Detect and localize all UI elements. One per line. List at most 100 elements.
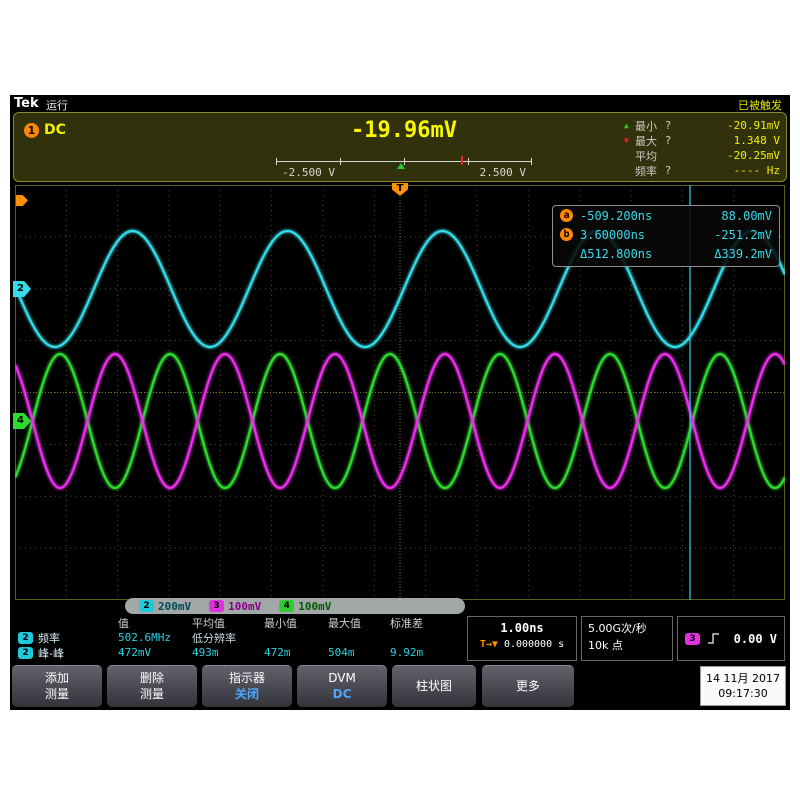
scale-tick	[531, 158, 532, 165]
dvm-scale: -2.500 V 2.500 V	[276, 155, 532, 181]
indicators-button[interactable]: 指示器 关闭	[202, 665, 292, 707]
dvm-statistics: ▲ 最小 ? -20.91mV ▼ 最大 ? 1.348 V 平均 -20.25…	[624, 118, 780, 178]
button-state: 关闭	[202, 687, 292, 703]
cursor-b-time: 3.60000ns	[580, 228, 714, 242]
meas-max: 504m	[328, 646, 390, 659]
more-button[interactable]: 更多	[482, 665, 574, 707]
channel-2-volts-div: 200mV	[158, 600, 191, 613]
dvm-source: 1 DC	[24, 122, 66, 138]
col-header-stddev: 标准差	[390, 615, 448, 631]
dvm-reading: -19.96mV	[194, 118, 614, 143]
scale-tick	[340, 158, 341, 165]
button-label: 指示器	[202, 671, 292, 687]
time-value: 09:17:30	[701, 686, 785, 701]
trigger-status: 已被触发	[738, 97, 782, 113]
rising-edge-icon	[707, 632, 720, 645]
measurement-table: 值 平均值 最小值 最大值 标准差 2 频率 502.6MHz 低分辨率 2 峰…	[18, 616, 458, 661]
date-value: 14 11月 2017	[701, 671, 785, 686]
meas-value: 502.6MHz	[118, 631, 192, 644]
stat-value: -20.91mV	[673, 119, 780, 132]
timebase-value: 1.00ns	[468, 621, 576, 635]
channel-3-scale[interactable]: 3 100mV	[209, 600, 261, 613]
stat-uncertain: ?	[663, 164, 673, 177]
scale-tick	[276, 158, 277, 165]
button-label: 删除	[107, 671, 197, 687]
dvm-scale-min: -2.500 V	[282, 166, 335, 179]
stat-label: 最大	[635, 133, 663, 149]
dvm-scale-max: 2.500 V	[480, 166, 526, 179]
cursor-readout-box: a -509.200ns 88.00mV b 3.60000ns -251.2m…	[552, 205, 780, 267]
softkey-menu-bar: 添加 测量 删除 测量 指示器 关闭 DVM DC 柱状图 更多 14 11月 …	[10, 663, 790, 710]
stat-label: 频率	[635, 163, 663, 179]
channel-1-badge: 1	[24, 123, 39, 138]
oscilloscope-screen: Tek 运行 已被触发 1 DC -19.96mV -2.500 V 2.500…	[10, 95, 790, 710]
add-measurement-button[interactable]: 添加 测量	[12, 665, 102, 707]
cursor-delta-row: Δ512.800ns Δ339.2mV	[553, 244, 779, 263]
col-header-max: 最大值	[328, 615, 390, 631]
button-label: 添加	[12, 671, 102, 687]
meas-stddev: 9.92m	[390, 646, 448, 659]
acquisition-state: 运行	[46, 97, 68, 113]
cursor-delta-volt: Δ339.2mV	[714, 247, 772, 261]
trigger-readout: 3 0.00 V	[677, 616, 785, 661]
meas-row-label: 2 峰-峰	[18, 645, 118, 661]
meas-mean: 低分辨率	[192, 630, 264, 646]
cursor-b-volt: -251.2mV	[714, 228, 772, 242]
stat-uncertain: ?	[663, 134, 673, 147]
horizontal-readout: 1.00ns T→▼ 0.000000 s	[467, 616, 577, 661]
channel-4-scale[interactable]: 4 100mV	[279, 600, 331, 613]
record-length: 10k 点	[588, 638, 672, 655]
horizontal-position: T→▼ 0.000000 s	[468, 639, 576, 650]
button-label: 测量	[12, 687, 102, 703]
cursor-a-row: a -509.200ns 88.00mV	[553, 206, 779, 225]
col-header-min: 最小值	[264, 615, 328, 631]
col-header-value: 值	[118, 615, 192, 631]
acquisition-readout: 5.00G次/秒 10k 点	[581, 616, 673, 661]
button-label: 测量	[107, 687, 197, 703]
datetime-display: 14 11月 2017 09:17:30	[700, 666, 786, 706]
delete-measurement-button[interactable]: 删除 测量	[107, 665, 197, 707]
button-label: DVM	[297, 671, 387, 687]
meas-row-label: 2 频率	[18, 630, 118, 646]
cursor-a-time: -509.200ns	[580, 209, 721, 223]
stat-uncertain: ?	[663, 119, 673, 132]
channel-2-scale[interactable]: 2 200mV	[139, 600, 191, 613]
dvm-mode-label: DC	[44, 122, 66, 138]
histogram-button[interactable]: 柱状图	[392, 665, 476, 707]
cursor-b-row: b 3.60000ns -251.2mV	[553, 225, 779, 244]
dvm-stat-row: 平均 -20.25mV	[624, 148, 780, 163]
dvm-button[interactable]: DVM DC	[297, 665, 387, 707]
brand-logo: Tek	[14, 96, 39, 111]
top-status-bar: Tek 运行 已被触发	[10, 95, 790, 112]
button-label: 柱状图	[392, 679, 476, 695]
channel-3-volts-div: 100mV	[228, 600, 261, 613]
meas-name: 频率	[38, 630, 60, 646]
channel-2-badge: 2	[139, 600, 154, 612]
dvm-max-marker-icon	[461, 156, 463, 165]
min-marker-icon: ▲	[624, 121, 635, 130]
dvm-stat-row: ▲ 最小 ? -20.91mV	[624, 118, 780, 133]
channel-3-badge: 3	[209, 600, 224, 612]
stat-value: -20.25mV	[673, 149, 780, 162]
stat-value: ---- Hz	[673, 164, 780, 177]
stat-value: 1.348 V	[673, 134, 780, 147]
dvm-stat-row: ▼ 最大 ? 1.348 V	[624, 133, 780, 148]
dvm-panel: 1 DC -19.96mV -2.500 V 2.500 V ▲ 最小 ? -2…	[13, 112, 787, 182]
meas-value: 472mV	[118, 646, 192, 659]
trigger-level: 0.00 V	[727, 632, 777, 646]
horizontal-position-value: 0.000000 s	[504, 639, 564, 650]
sample-rate: 5.00G次/秒	[588, 621, 672, 638]
trigger-position-icon: T→▼	[480, 639, 498, 650]
cursor-delta-time: Δ512.800ns	[580, 247, 714, 261]
trigger-source-badge: 3	[685, 633, 700, 645]
scale-tick	[468, 158, 469, 165]
channel-2-badge: 2	[18, 647, 33, 659]
dvm-value-pointer-icon	[397, 163, 405, 169]
stat-label: 最小	[635, 118, 663, 134]
channel-4-volts-div: 100mV	[298, 600, 331, 613]
meas-mean: 493m	[192, 646, 264, 659]
meas-min: 472m	[264, 646, 328, 659]
dvm-stat-row: 频率 ? ---- Hz	[624, 163, 780, 178]
button-label: 更多	[482, 679, 574, 695]
cursor-b-badge: b	[560, 228, 573, 241]
